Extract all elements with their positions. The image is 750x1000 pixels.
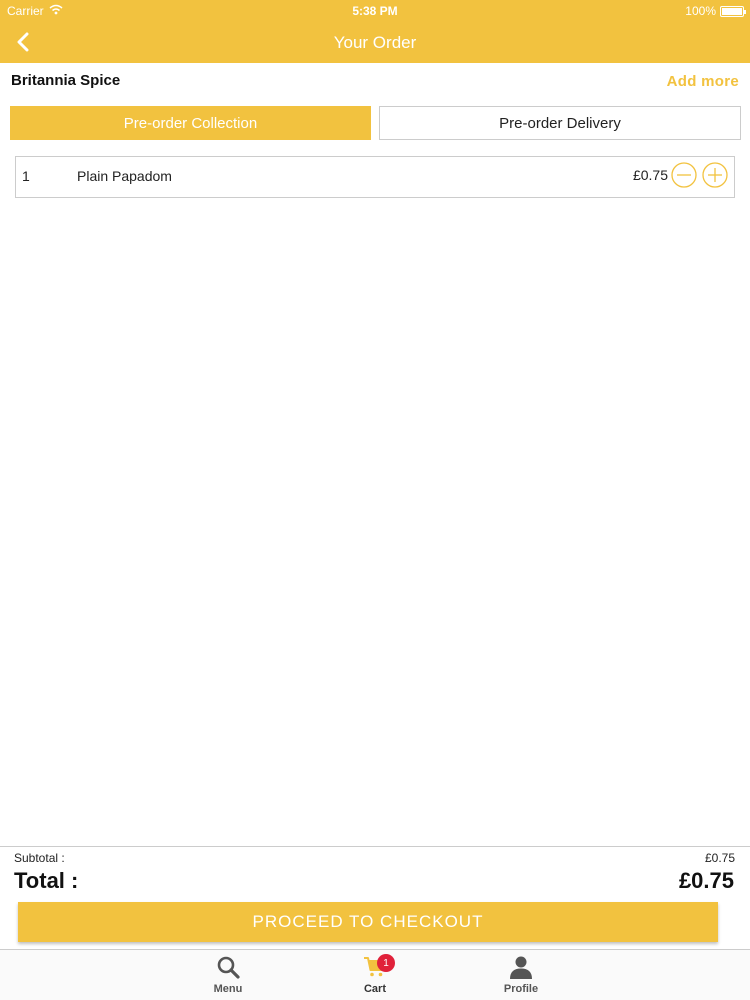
add-more-link[interactable]: Add more: [667, 73, 739, 90]
plus-circle-icon: [702, 162, 728, 188]
status-bar: Carrier 5:38 PM 100%: [0, 0, 750, 22]
decrease-quantity-button[interactable]: [671, 162, 697, 188]
pre-order-delivery-tab[interactable]: Pre-order Delivery: [379, 106, 741, 140]
page-title: Your Order: [333, 33, 417, 52]
total-label: Total :: [14, 868, 79, 893]
item-price: £0.75: [632, 167, 668, 183]
pre-order-collection-tab[interactable]: Pre-order Collection: [10, 106, 371, 140]
battery-percent: 100%: [685, 4, 716, 18]
subtotal-label: Subtotal :: [14, 851, 65, 865]
nav-bar: Carrier 5:38 PM 100% Your Order: [0, 0, 750, 63]
tab-menu-label: Menu: [213, 983, 243, 995]
tab-menu[interactable]: Menu: [193, 953, 263, 999]
proceed-to-checkout-button[interactable]: PROCEED TO CHECKOUT: [18, 902, 718, 942]
item-name: Plain Papadom: [77, 168, 172, 184]
battery-icon: [720, 5, 746, 17]
tab-cart-label: Cart: [363, 983, 386, 995]
tab-bar: Menu 1 Cart Profile: [0, 949, 750, 1000]
total-value: £0.75: [678, 868, 734, 893]
item-quantity: 1: [22, 168, 30, 184]
restaurant-name: Britannia Spice: [11, 72, 121, 89]
tab-profile[interactable]: Profile: [486, 953, 556, 999]
minus-circle-icon: [671, 162, 697, 188]
status-time: 5:38 PM: [352, 4, 398, 18]
summary-divider: [0, 846, 750, 847]
cart-badge: 1: [377, 954, 395, 972]
cart-item-row: 1 Plain Papadom £0.75: [15, 156, 735, 198]
subtotal-value: £0.75: [704, 851, 735, 865]
status-right: 100%: [685, 4, 746, 18]
tab-profile-label: Profile: [503, 983, 539, 995]
tab-cart[interactable]: 1 Cart: [340, 953, 410, 999]
profile-icon: [510, 956, 532, 979]
increase-quantity-button[interactable]: [702, 162, 728, 188]
search-icon: [217, 956, 240, 979]
